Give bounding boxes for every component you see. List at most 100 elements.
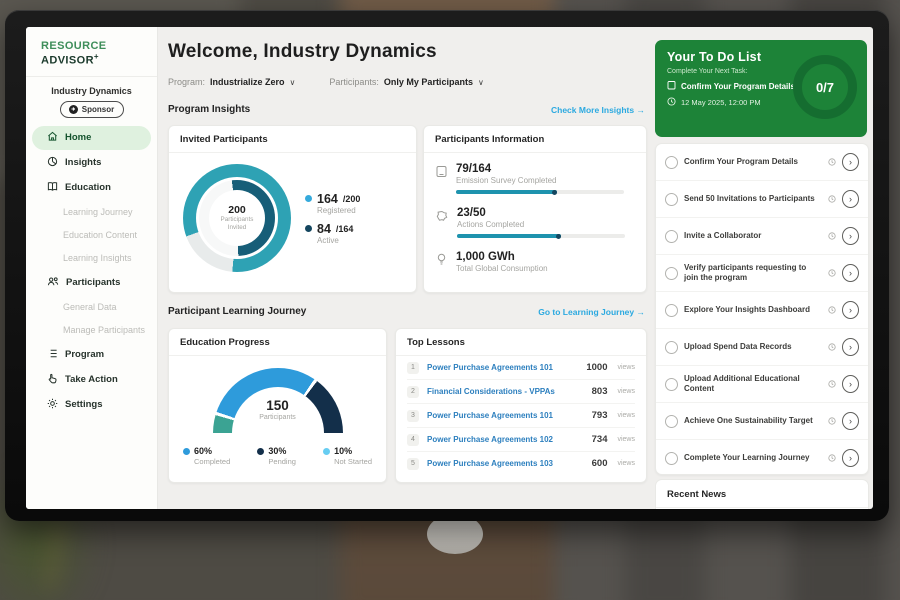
legend-not-started: 10% Not Started — [323, 446, 372, 466]
survey-icon — [436, 165, 447, 194]
lesson-row: 4 Power Purchase Agreements 102 734 view… — [407, 428, 635, 452]
sidebar-item-manage-participants[interactable]: Manage Participants — [26, 319, 157, 342]
task-label[interactable]: Invite a Collaborator — [684, 231, 822, 241]
stat-actions: 23/50 Actions Completed — [436, 207, 634, 238]
views-suffix: views — [617, 460, 635, 467]
sponsor-icon — [69, 105, 78, 114]
task-open-button[interactable]: › — [842, 301, 859, 319]
lesson-link[interactable]: Power Purchase Agreements 101 — [427, 363, 578, 372]
task-checkbox[interactable] — [665, 230, 678, 243]
task-label[interactable]: Confirm Your Program Details — [684, 157, 822, 167]
task-row: Explore Your Insights Dashboard › — [656, 292, 868, 329]
task-open-button[interactable]: › — [842, 190, 859, 208]
sidebar-item-general-data[interactable]: General Data — [26, 296, 157, 319]
sidebar-item-label: Program — [65, 349, 104, 360]
lesson-views: 793 — [592, 410, 608, 421]
sidebar-item-program[interactable]: Program — [32, 343, 151, 367]
check-more-insights-link[interactable]: Check More Insights → — [551, 105, 645, 115]
sidebar-item-learning-journey[interactable]: Learning Journey — [26, 201, 157, 224]
donut-gap-ring: 200 Participants Invited — [196, 177, 278, 259]
task-open-button[interactable]: › — [842, 449, 859, 467]
lesson-link[interactable]: Power Purchase Agreements 101 — [427, 411, 584, 420]
task-label[interactable]: Explore Your Insights Dashboard — [684, 305, 822, 315]
task-open-button[interactable]: › — [842, 412, 859, 430]
todo-progress-badge: 0/7 — [793, 55, 857, 119]
task-open-button[interactable]: › — [842, 153, 859, 171]
task-checkbox[interactable] — [665, 193, 678, 206]
task-row: Upload Spend Data Records › — [656, 329, 868, 366]
sidebar-item-education-content[interactable]: Education Content — [26, 224, 157, 247]
legend-dot-pending — [257, 448, 264, 455]
sidebar-item-label: Insights — [65, 157, 101, 168]
task-checkbox[interactable] — [665, 267, 678, 280]
section-title: Participant Learning Journey — [168, 306, 306, 317]
sidebar-item-participants[interactable]: Participants — [32, 271, 151, 295]
education-legend: 60% Completed 30% Pending 10% Not Starte… — [169, 434, 386, 466]
todo-progress-value: 0/7 — [816, 80, 834, 95]
sidebar-item-learning-insights[interactable]: Learning Insights — [26, 247, 157, 270]
stat-value: 79/164 — [456, 163, 624, 175]
sidebar-item-insights[interactable]: Insights — [32, 151, 151, 175]
lesson-link[interactable]: Financial Considerations - VPPAs — [427, 387, 584, 396]
task-open-button[interactable]: › — [842, 375, 859, 393]
task-label[interactable]: Verify participants requesting to join t… — [684, 263, 822, 284]
task-row: Confirm Your Program Details › — [656, 144, 868, 181]
task-label[interactable]: Complete Your Learning Journey — [684, 453, 822, 463]
lesson-row: 3 Power Purchase Agreements 101 793 view… — [407, 404, 635, 428]
active-total: /164 — [336, 224, 354, 234]
sidebar-item-settings[interactable]: Settings — [32, 393, 151, 417]
task-checkbox[interactable] — [665, 415, 678, 428]
task-open-button[interactable]: › — [842, 264, 859, 282]
task-checkbox[interactable] — [665, 304, 678, 317]
sidebar-item-home[interactable]: Home — [32, 126, 151, 150]
task-open-button[interactable]: › — [842, 227, 859, 245]
sidebar-item-label: Manage Participants — [63, 325, 145, 335]
lesson-link[interactable]: Power Purchase Agreements 102 — [427, 435, 584, 444]
go-to-learning-journey-link[interactable]: Go to Learning Journey → — [538, 307, 645, 317]
views-suffix: views — [617, 436, 635, 443]
task-label[interactable]: Upload Additional Educational Content — [684, 374, 822, 395]
program-insights-header: Program Insights Check More Insights → — [168, 104, 645, 115]
sponsor-badge[interactable]: Sponsor — [60, 101, 124, 118]
task-open-button[interactable]: › — [842, 338, 859, 356]
legend-registered: 164/200 Registered — [305, 192, 360, 215]
donut-inner-ring: 200 Participants Invited — [199, 180, 275, 256]
education-gauge-chart: 150 Participants — [213, 368, 343, 434]
task-row: Complete Your Learning Journey › — [656, 440, 868, 475]
task-checkbox[interactable] — [665, 452, 678, 465]
invited-donut-chart: 200 Participants Invited — [183, 164, 291, 272]
lesson-rank: 3 — [407, 410, 419, 422]
task-checkbox[interactable] — [665, 341, 678, 354]
sidebar-item-label: Education Content — [63, 230, 137, 240]
chevron-right-icon: › — [849, 194, 852, 204]
task-label[interactable]: Send 50 Invitations to Participants — [684, 194, 822, 204]
arrow-right-icon: → — [637, 307, 646, 317]
legend-label: Not Started — [334, 457, 372, 466]
lesson-link[interactable]: Power Purchase Agreements 103 — [427, 459, 584, 468]
clock-icon — [828, 375, 836, 393]
app-logo[interactable]: RESOURCE ADVISOR+ — [26, 27, 157, 77]
donut-center: 200 Participants Invited — [209, 190, 265, 246]
legend-pct: 60% — [194, 446, 212, 456]
stat-label: Total Global Consumption — [456, 264, 548, 273]
chevron-down-icon: ∨ — [290, 78, 296, 87]
sidebar-item-education[interactable]: Education — [32, 176, 151, 200]
stat-label: Actions Completed — [457, 220, 625, 229]
participants-filter[interactable]: Participants: Only My Participants ∨ — [329, 77, 483, 87]
task-checkbox[interactable] — [665, 378, 678, 391]
clock-icon — [828, 190, 836, 208]
sponsor-label: Sponsor — [82, 105, 114, 114]
donut-center-value: 200 — [228, 204, 246, 216]
lesson-views: 803 — [592, 386, 608, 397]
legend-pct: 30% — [268, 446, 286, 456]
task-label[interactable]: Achieve One Sustainability Target — [684, 416, 822, 426]
list-icon — [47, 348, 58, 362]
todo-next-task[interactable]: Confirm Your Program Details — [667, 80, 799, 92]
task-checkbox[interactable] — [665, 156, 678, 169]
sidebar-item-take-action[interactable]: Take Action — [32, 368, 151, 392]
task-label[interactable]: Upload Spend Data Records — [684, 342, 822, 352]
recent-news-card: Recent News — [655, 479, 869, 509]
program-filter[interactable]: Program: Industrialize Zero ∨ — [168, 77, 295, 87]
registered-count: 164 — [317, 192, 338, 206]
progress-bar-actions — [457, 234, 625, 238]
